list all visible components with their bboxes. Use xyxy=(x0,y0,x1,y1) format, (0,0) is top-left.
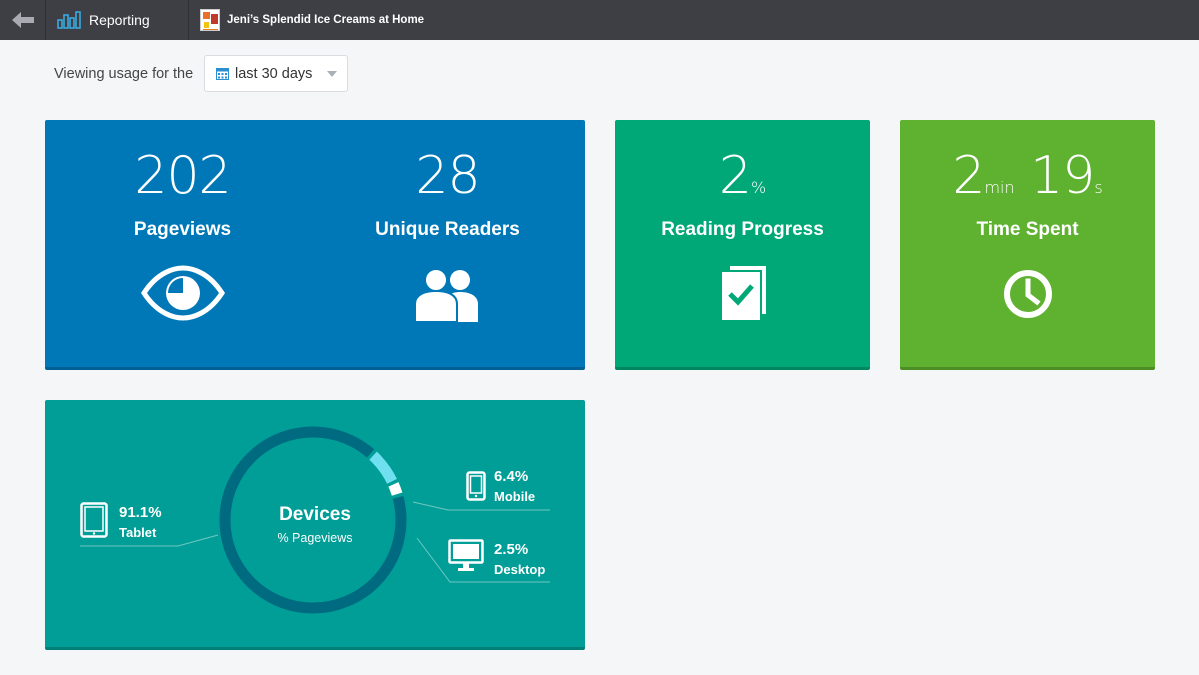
pageviews-value: 202 xyxy=(134,146,231,206)
pageviews-readers-card: 202 Pageviews 28 Unique Readers xyxy=(45,120,585,370)
tablet-icon xyxy=(80,502,108,538)
book-breadcrumb[interactable]: Jeni’s Splendid Ice Creams at Home xyxy=(190,0,424,40)
bar-chart-icon xyxy=(57,11,81,29)
chevron-down-icon xyxy=(327,71,337,77)
time-spent-card: 2min 19s Time Spent xyxy=(900,120,1155,370)
reading-progress-value: 2 xyxy=(718,146,752,206)
devices-chart-title: Devices xyxy=(279,504,351,525)
mobile-percent: 6.4% xyxy=(494,468,529,485)
reporting-link[interactable]: Reporting xyxy=(47,0,189,40)
time-spent-seconds: 19 xyxy=(1030,146,1095,206)
reporting-label: Reporting xyxy=(89,12,150,28)
reading-progress-value-group: 2% xyxy=(615,146,870,218)
date-range-select[interactable]: last 30 days xyxy=(204,55,348,92)
devices-chart-subtitle: % Pageviews xyxy=(277,531,353,545)
calendar-icon xyxy=(216,68,229,80)
time-spent-label: Time Spent xyxy=(976,219,1079,240)
unique-readers-label: Unique Readers xyxy=(375,219,520,240)
devices-card: Devices % Pageviews 91.1% Tablet 6.4% Mo… xyxy=(45,400,585,650)
book-cover-thumbnail xyxy=(200,9,220,31)
date-range-value: last 30 days xyxy=(235,65,313,82)
book-check-icon xyxy=(721,266,766,320)
desktop-percent: 2.5% xyxy=(494,541,529,558)
time-spent-sec-unit: s xyxy=(1094,178,1103,197)
donut-segment-mobile xyxy=(369,451,397,484)
eye-icon xyxy=(140,265,225,321)
arrow-left-icon xyxy=(11,12,34,28)
donut-segment-desktop xyxy=(388,482,403,496)
users-icon xyxy=(413,268,478,323)
reading-progress-card: 2% Reading Progress xyxy=(615,120,870,370)
mobile-icon xyxy=(466,471,486,501)
time-spent-minutes: 2 xyxy=(952,146,985,206)
top-bar: Reporting Jeni’s Splendid Ice Creams at … xyxy=(0,0,1199,40)
desktop-icon xyxy=(448,539,484,571)
reading-progress-label: Reading Progress xyxy=(661,219,824,240)
back-button[interactable] xyxy=(0,0,46,40)
tablet-label: Tablet xyxy=(119,525,157,540)
mobile-label: Mobile xyxy=(494,489,536,504)
unique-readers-value: 28 xyxy=(415,146,480,206)
clock-icon xyxy=(1003,270,1052,318)
pageviews-label: Pageviews xyxy=(133,219,232,240)
time-spent-min-unit: min xyxy=(984,178,1015,197)
time-spent-value-group: 2min 19s xyxy=(900,146,1155,218)
usage-prefix-label: Viewing usage for the xyxy=(54,66,194,82)
book-title: Jeni’s Splendid Ice Creams at Home xyxy=(227,14,425,26)
desktop-label: Desktop xyxy=(494,562,546,577)
reading-progress-unit: % xyxy=(750,178,767,197)
tablet-percent: 91.1% xyxy=(119,504,162,521)
